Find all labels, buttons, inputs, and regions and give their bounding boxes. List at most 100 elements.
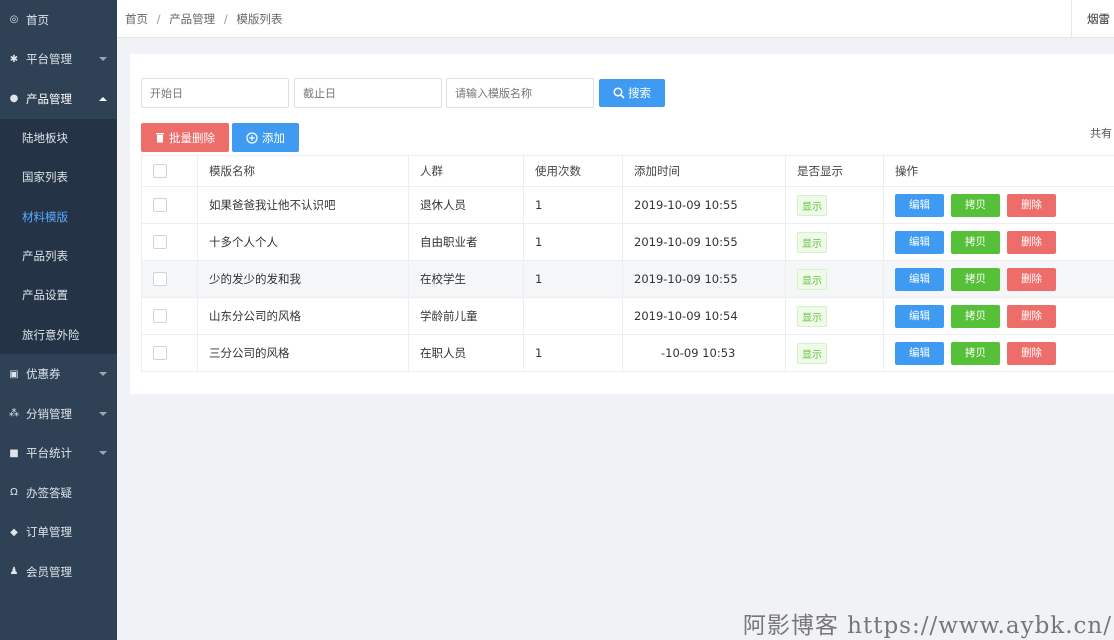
layers-icon: ◆ bbox=[10, 526, 18, 538]
nav-product-management-label: 产品管理 bbox=[26, 91, 72, 106]
delete-button[interactable]: 删除 bbox=[1007, 193, 1056, 217]
copy-button[interactable]: 拷贝 bbox=[951, 230, 1000, 254]
search-icon bbox=[613, 87, 625, 99]
sub-item-material-templates[interactable]: 材料模版 bbox=[0, 197, 117, 236]
edit-button[interactable]: 编辑 bbox=[895, 267, 944, 291]
edit-button[interactable]: 编辑 bbox=[895, 230, 944, 254]
nav-members-label: 会员管理 bbox=[26, 564, 72, 579]
edit-button[interactable]: 编辑 bbox=[895, 304, 944, 328]
delete-button[interactable]: 删除 bbox=[1007, 230, 1056, 254]
row-checkbox[interactable] bbox=[153, 346, 167, 361]
nav-platform-stats-label: 平台统计 bbox=[26, 446, 72, 461]
display-status-badge: 显示 bbox=[797, 268, 827, 290]
column-header-display: 是否显示 bbox=[785, 155, 884, 187]
chevron-down-icon bbox=[99, 411, 107, 416]
nav-members[interactable]: ♟ 会员管理 bbox=[0, 552, 117, 592]
display-status-badge: 显示 bbox=[797, 231, 827, 253]
start-date-input[interactable] bbox=[141, 78, 289, 108]
product-submenu: 陆地板块 国家列表 材料模版 产品列表 产品设置 旅行意外险 bbox=[0, 118, 117, 355]
search-button[interactable]: 搜索 bbox=[599, 79, 665, 107]
nav-home[interactable]: ◎ 首页 bbox=[0, 0, 117, 40]
sub-item-product-list[interactable]: 产品列表 bbox=[0, 236, 117, 275]
row-checkbox[interactable] bbox=[153, 272, 167, 287]
row-checkbox[interactable] bbox=[153, 235, 167, 250]
table-row: 山东分公司的风格 学龄前儿童 2019-10-09 10:54 显示 编辑 拷贝删… bbox=[141, 297, 1114, 335]
copy-button[interactable]: 拷贝 bbox=[951, 267, 1000, 291]
hierarchy-icon: ⁂ bbox=[9, 408, 19, 420]
search-button-label: 搜索 bbox=[628, 86, 651, 100]
chevron-down-icon bbox=[99, 57, 107, 62]
copy-button[interactable]: 拷贝 bbox=[951, 304, 1000, 328]
sub-item-travel-insurance[interactable]: 旅行意外险 bbox=[0, 315, 117, 354]
template-name-cell: 三分公司的风格 bbox=[197, 334, 409, 372]
table-row: 如果爸爸我让他不认识吧 退休人员 1 2019-10-09 10:55 显示 编… bbox=[141, 186, 1114, 224]
nav-coupons[interactable]: ▣ 优惠券 bbox=[0, 354, 117, 394]
group-cell: 自由职业者 bbox=[408, 223, 524, 261]
batch-delete-button[interactable]: 批量删除 bbox=[141, 123, 229, 152]
total-count: 共有 bbox=[1090, 127, 1112, 140]
select-all-checkbox[interactable] bbox=[153, 164, 167, 179]
template-name-cell: 如果爸爸我让他不认识吧 bbox=[197, 186, 409, 224]
row-checkbox[interactable] bbox=[153, 309, 167, 324]
nav-platform-management[interactable]: ✱ 平台管理 bbox=[0, 40, 117, 80]
group-cell: 在职人员 bbox=[408, 334, 524, 372]
count-cell: 1 bbox=[523, 223, 623, 261]
chevron-down-icon bbox=[99, 451, 107, 456]
table-row: 十多个人个人 自由职业者 1 2019-10-09 10:55 显示 编辑 拷贝删… bbox=[141, 223, 1114, 261]
breadcrumb-product-management[interactable]: 产品管理 bbox=[169, 12, 215, 26]
row-checkbox[interactable] bbox=[153, 198, 167, 213]
delete-button[interactable]: 删除 bbox=[1007, 341, 1056, 365]
edit-button[interactable]: 编辑 bbox=[895, 193, 944, 217]
time-cell: 2019-10-09 10:54 bbox=[622, 297, 786, 335]
product-icon: ● bbox=[9, 93, 19, 105]
count-cell: 1 bbox=[523, 186, 623, 224]
column-header-actions: 操作 bbox=[883, 155, 1114, 187]
time-cell: 2019-10-09 10:55 bbox=[622, 223, 786, 261]
add-label: 添加 bbox=[262, 130, 285, 145]
end-date-input[interactable] bbox=[294, 78, 442, 108]
nav-distribution[interactable]: ⁂ 分销管理 bbox=[0, 394, 117, 434]
breadcrumb: 首页 / 产品管理 / 模版列表 bbox=[125, 11, 282, 27]
template-name-cell: 少的发少的发和我 bbox=[197, 260, 409, 298]
group-cell: 退休人员 bbox=[408, 186, 524, 224]
main-card: 搜索 批量删除 添加 共有 模版名称 人群 使用次数 添加时间 是否显示 操作 bbox=[130, 54, 1114, 394]
group-cell: 在校学生 bbox=[408, 260, 524, 298]
count-cell: 1 bbox=[523, 334, 623, 372]
delete-button[interactable]: 删除 bbox=[1007, 304, 1056, 328]
time-cell: -10-09 10:53 bbox=[622, 334, 786, 372]
user-icon: ♟ bbox=[9, 566, 19, 578]
chevron-up-icon bbox=[99, 96, 107, 101]
batch-delete-label: 批量删除 bbox=[169, 130, 215, 145]
nav-orders-label: 订单管理 bbox=[26, 525, 72, 540]
copy-button[interactable]: 拷贝 bbox=[951, 341, 1000, 365]
dashboard-icon: ◎ bbox=[9, 14, 19, 26]
breadcrumb-separator: / bbox=[156, 12, 161, 26]
nav-orders[interactable]: ◆ 订单管理 bbox=[0, 512, 117, 552]
breadcrumb-current: 模版列表 bbox=[236, 12, 283, 26]
nav-platform-stats[interactable]: ■ 平台统计 bbox=[0, 433, 117, 473]
display-status-badge: 显示 bbox=[797, 305, 827, 327]
nav-product-management[interactable]: ● 产品管理 bbox=[0, 79, 117, 119]
template-name-cell: 山东分公司的风格 bbox=[197, 297, 409, 335]
user-menu[interactable]: 烟雷 bbox=[1071, 0, 1114, 38]
sub-item-land-blocks[interactable]: 陆地板块 bbox=[0, 119, 117, 158]
template-table: 模版名称 人群 使用次数 添加时间 是否显示 操作 如果爸爸我让他不认识吧 退休… bbox=[141, 155, 1114, 372]
display-status-badge: 显示 bbox=[797, 194, 827, 216]
edit-button[interactable]: 编辑 bbox=[895, 341, 944, 365]
nav-platform-management-label: 平台管理 bbox=[26, 52, 72, 67]
gear-icon: ✱ bbox=[9, 53, 19, 65]
breadcrumb-home[interactable]: 首页 bbox=[125, 12, 148, 26]
template-name-input[interactable] bbox=[446, 78, 594, 108]
copy-button[interactable]: 拷贝 bbox=[951, 193, 1000, 217]
sub-item-country-list[interactable]: 国家列表 bbox=[0, 158, 117, 197]
select-all-cell bbox=[141, 155, 198, 187]
display-status-badge: 显示 bbox=[797, 342, 827, 364]
column-header-count: 使用次数 bbox=[523, 155, 623, 187]
template-name-cell: 十多个人个人 bbox=[197, 223, 409, 261]
sub-item-product-settings[interactable]: 产品设置 bbox=[0, 276, 117, 315]
nav-distribution-label: 分销管理 bbox=[26, 406, 72, 421]
delete-button[interactable]: 删除 bbox=[1007, 267, 1056, 291]
nav-coupons-label: 优惠券 bbox=[26, 367, 61, 382]
add-button[interactable]: 添加 bbox=[232, 123, 299, 152]
nav-visa-faq[interactable]: Ω 办签答疑 bbox=[0, 473, 117, 513]
